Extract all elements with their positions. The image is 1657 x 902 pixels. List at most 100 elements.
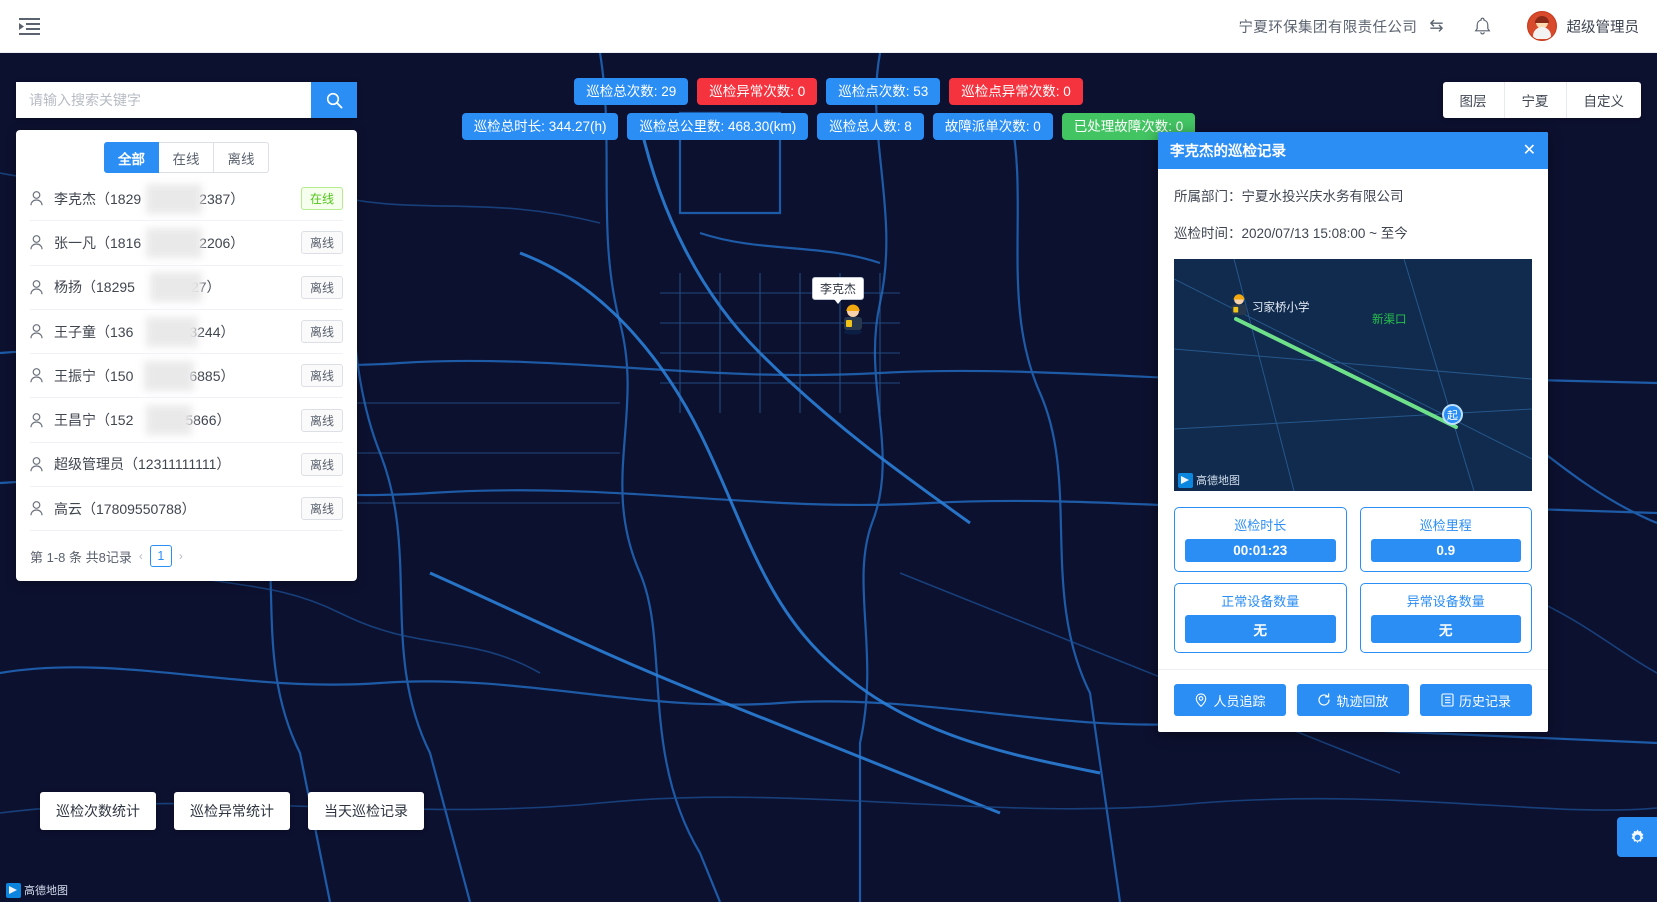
bell-icon[interactable] [1474,17,1491,36]
user-name-tail-5: 5866） [185,412,231,429]
search-button[interactable] [311,82,357,118]
stat-badge-total-people[interactable]: 巡检总人数: 8 [817,113,924,140]
card-inspection-duration: 巡检时长 00:01:23 [1174,507,1347,572]
card-value-duration: 00:01:23 [1185,539,1336,562]
tab-online[interactable]: 在线 [159,142,214,173]
card-label-duration: 巡检时长 [1234,518,1287,533]
username-label: 超级管理员 [1566,19,1640,36]
stat-badge-point-abnormal[interactable]: 巡检点异常次数: 0 [949,78,1083,105]
pagination: 第 1-8 条 共8记录 ‹ 1 › [16,531,357,581]
amap-logo-mark [1178,472,1193,488]
bottom-action-bar: 巡检次数统计 巡检异常统计 当天巡检记录 [40,792,424,830]
avatar[interactable] [1526,11,1557,41]
user-row-7[interactable]: 高云（17809550788） 离线 [30,487,343,532]
history-record-label: 历史记录 [1458,693,1511,709]
status-badge-1: 离线 [300,231,343,255]
inspection-count-stats-button[interactable]: 巡检次数统计 [40,792,156,830]
card-normal-devices: 正常设备数量 无 [1174,583,1347,653]
search-input[interactable] [16,82,311,118]
close-icon[interactable]: ✕ [1523,142,1536,159]
stat-badge-abnormal-inspections[interactable]: 巡检异常次数: 0 [697,78,818,105]
app-root: 宁夏环保集团有限责任公司 ⇆ 超级管理员 李克杰 高德地图 巡检总次数: 29 … [0,0,1657,902]
user-name-2: 杨扬（18295 27） [54,272,221,303]
stat-badge-dispatch-count[interactable]: 故障派单次数: 0 [932,113,1053,140]
pagination-prev[interactable]: ‹ [139,549,143,563]
inspection-record-panel: 李克杰的巡检记录 ✕ 所属部门：宁夏水投兴庆水务有限公司 巡检时间：2020/0… [1158,132,1548,732]
stat-badge-point-count[interactable]: 巡检点次数: 53 [826,78,941,105]
track-person-label: 人员追踪 [1213,693,1266,709]
amap-logo-mark [6,882,21,898]
stat-card-grid: 巡检时长 00:01:23 巡检里程 0.9 正常设备数量 无 异常设备数量 无 [1174,507,1532,669]
user-name-head-3: 王子童（136 [54,323,134,340]
user-name-1: 张一凡（1816 2206） [54,227,245,258]
card-inspection-mileage: 巡检里程 0.9 [1359,507,1532,572]
location-pin-icon [1196,693,1207,707]
stat-badge-total-inspections[interactable]: 巡检总次数: 29 [574,78,689,105]
card-abnormal-devices: 异常设备数量 无 [1359,583,1532,653]
map-controls: 图层 宁夏 自定义 [1442,82,1642,118]
person-icon [30,235,54,250]
user-name-6: 超级管理员（12311111111） [54,456,231,473]
person-icon [30,412,54,428]
user-row-4[interactable]: 王振宁（150 6885） 离线 [30,354,343,399]
card-label-mileage: 巡检里程 [1419,518,1472,533]
list-icon [1441,693,1454,707]
inspection-anomaly-stats-button[interactable]: 巡检异常统计 [174,792,290,830]
card-label-abnormal-devices: 异常设备数量 [1406,594,1485,609]
status-badge-4: 离线 [300,364,343,388]
user-row-0[interactable]: 李克杰（1829 2387） 在线 [30,177,343,222]
status-badge-0: 在线 [300,187,343,211]
tab-all[interactable]: 全部 [104,142,159,173]
user-list-panel: 全部 在线 离线 李克杰（1829 2387） 在线 张一凡（1816 2206… [16,130,357,582]
track-person-button[interactable]: 人员追踪 [1174,684,1286,716]
today-inspection-records-button[interactable]: 当天巡检记录 [308,792,424,830]
inspection-time-field: 巡检时间：2020/07/13 15:08:00 ~ 至今 [1174,222,1532,242]
mini-map-attribution-logo: 高德地图 [1178,472,1240,488]
stat-badge-total-duration[interactable]: 巡检总时长: 344.27(h) [461,113,619,140]
inspection-time-label: 巡检时间： [1174,226,1242,241]
header-right-group: 宁夏环保集团有限责任公司 ⇆ 超级管理员 [1238,11,1657,41]
history-record-button[interactable]: 历史记录 [1420,684,1532,716]
status-badge-3: 离线 [300,320,343,344]
person-icon [30,279,54,295]
track-start-person-icon [1231,294,1247,315]
track-mini-map[interactable]: 习家桥小学 新渠口 起 高德地图 [1174,259,1532,491]
menu-fold-icon[interactable] [14,11,44,41]
user-name-head-2: 杨扬（18295 [54,279,135,296]
user-filter-tabs: 全部 在线 离线 [16,142,357,173]
map-attribution-logo: 高德地图 [6,882,68,898]
user-name-head-5: 王昌宁（152 [54,412,134,429]
panel-header: 李克杰的巡检记录 ✕ [1158,132,1548,169]
swap-icon[interactable]: ⇆ [1429,16,1443,36]
refresh-icon [1318,693,1331,706]
map-control-layers[interactable]: 图层 [1443,82,1505,118]
status-badge-6: 离线 [300,452,343,476]
user-name-tail-0: 2387） [199,190,245,207]
user-row-3[interactable]: 王子童（136 3244） 离线 [30,310,343,355]
user-name-4: 王振宁（150 6885） [54,360,235,391]
user-row-1[interactable]: 张一凡（1816 2206） 离线 [30,221,343,266]
status-badge-7: 离线 [300,497,343,521]
pagination-next[interactable]: › [179,549,183,563]
status-badge-5: 离线 [300,408,343,432]
person-icon [30,501,54,516]
user-name-tail-1: 2206） [199,234,245,251]
map-control-region[interactable]: 宁夏 [1505,82,1567,118]
pagination-page-1[interactable]: 1 [149,545,172,568]
stat-badge-total-km[interactable]: 巡检总公里数: 468.30(km) [627,113,809,140]
track-playback-label: 轨迹回放 [1336,693,1389,709]
user-row-2[interactable]: 杨扬（18295 27） 离线 [30,266,343,310]
stats-row-1: 巡检总次数: 29 巡检异常次数: 0 巡检点次数: 53 巡检点异常次数: 0 [574,78,1083,105]
map-control-custom[interactable]: 自定义 [1567,82,1642,118]
track-playback-button[interactable]: 轨迹回放 [1297,684,1409,716]
user-row-5[interactable]: 王昌宁（152 5866） 离线 [30,398,343,443]
settings-fab-button[interactable] [1617,817,1657,857]
user-row-6[interactable]: 超级管理员（12311111111） 离线 [30,443,343,488]
tab-offline[interactable]: 离线 [214,142,269,173]
app-header: 宁夏环保集团有限责任公司 ⇆ 超级管理员 [0,0,1657,53]
user-name-head-1: 张一凡（1816 [54,234,142,251]
redaction-blur-1 [146,227,202,258]
person-icon [30,191,54,206]
user-name-0: 李克杰（1829 2387） [54,183,245,214]
mini-map-label-school: 习家桥小学 [1252,302,1310,314]
